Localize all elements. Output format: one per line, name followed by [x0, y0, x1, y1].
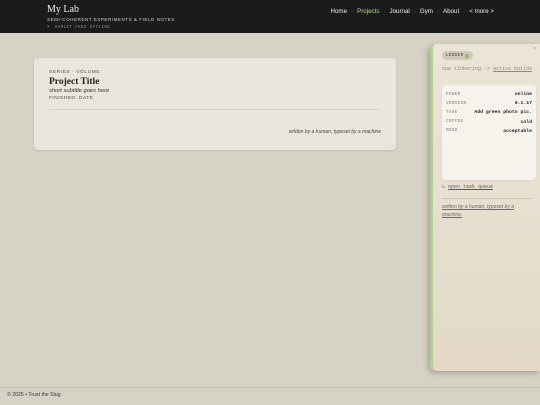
ledger-badge-label: LEDGER — [446, 53, 464, 58]
ledger-row-value: cold — [520, 119, 532, 125]
ledger-note: now tinkering -> active builds — [442, 66, 537, 74]
divider — [49, 109, 381, 110]
project-title: Project Title — [49, 77, 100, 87]
project-subtitle: short subtitle goes here — [49, 88, 110, 94]
ledger-note-prefix: now tinkering -> — [442, 66, 494, 72]
nav-separator: · — [413, 8, 416, 15]
nav-item-home[interactable]: Home — [331, 8, 348, 15]
nav-separator: · — [383, 8, 386, 15]
corner-mark-icon: ⌟ — [390, 142, 393, 148]
ledger-panel: ✕ LEDGER now tinkering -> active builds … — [430, 44, 540, 371]
project-card: ⌜ ⌟ SERIES · VOLUME Project Title short … — [34, 58, 396, 150]
nav-item-about[interactable]: About — [443, 8, 459, 15]
ledger-row: TASK Add green photo pic. — [446, 108, 532, 117]
nav-separator: · — [351, 8, 354, 15]
ledger-signature[interactable]: written by a human, typeset by a machine… — [442, 203, 530, 219]
corner-mark-icon: ⌜ — [37, 59, 40, 65]
ledger-row-value: Add green photo pic. — [474, 110, 532, 116]
nav-separator: · — [436, 8, 439, 15]
ledger-row-value: online — [514, 92, 532, 98]
ledger-row-key: MOOD — [446, 129, 458, 134]
ledger-row-value: acceptable — [503, 128, 532, 134]
main-nav: Home · Projects · Journal · Gym · About … — [331, 8, 494, 15]
ledger-row-key: VERSION — [446, 101, 467, 106]
active-builds-link[interactable]: active builds — [493, 66, 532, 72]
ledger-row: MOOD acceptable — [446, 127, 532, 136]
project-signature: written by a human, typeset by a machine — [288, 129, 381, 135]
divider — [442, 198, 532, 199]
ledger-row: POWER online — [446, 90, 532, 99]
nav-item-journal[interactable]: Journal — [390, 8, 410, 15]
ledger-row: COFFEE cold — [446, 118, 532, 127]
ledger-row-key: COFFEE — [446, 120, 464, 125]
feed-status-label: HAMLET FEED OFFLINE — [54, 26, 111, 30]
close-icon[interactable]: ✕ — [533, 46, 537, 52]
ledger-row: VERSION 0.1.17 — [446, 99, 532, 108]
project-series: SERIES · VOLUME — [49, 70, 101, 75]
nav-item-more[interactable]: < more > — [469, 8, 494, 15]
nav-item-projects[interactable]: Projects — [357, 8, 379, 15]
ledger-row-value: 0.1.17 — [514, 101, 532, 107]
feed-status: > HAMLET FEED OFFLINE — [47, 25, 175, 32]
footer-divider — [0, 387, 540, 388]
open-task-queue-link[interactable]: ↳ open task queue — [442, 184, 493, 190]
nav-item-gym[interactable]: Gym — [420, 8, 433, 15]
chevron-right-icon: > — [47, 26, 50, 30]
top-bar: My Lab SEMI-COHERENT EXPERIMENTS & FIELD… — [0, 0, 540, 33]
ledger-badge[interactable]: LEDGER — [442, 51, 474, 60]
site-title[interactable]: My Lab — [47, 4, 175, 16]
nav-separator: · — [463, 8, 466, 15]
ledger-status-table: POWER online VERSION 0.1.17 TASK Add gre… — [442, 85, 536, 180]
return-arrow-icon: ↳ — [442, 184, 446, 190]
footer-text: © 2025 • Trust the Slug — [7, 392, 61, 398]
ledger-row-key: TASK — [446, 110, 458, 115]
open-task-queue-label: open task queue — [448, 184, 494, 190]
status-dot-icon — [465, 53, 470, 58]
project-finished-date: FINISHED: DATE — [49, 96, 94, 101]
site-subtitle: SEMI-COHERENT EXPERIMENTS & FIELD NOTES — [47, 17, 175, 22]
ledger-row-key: POWER — [446, 92, 461, 97]
brand: My Lab SEMI-COHERENT EXPERIMENTS & FIELD… — [47, 4, 175, 32]
